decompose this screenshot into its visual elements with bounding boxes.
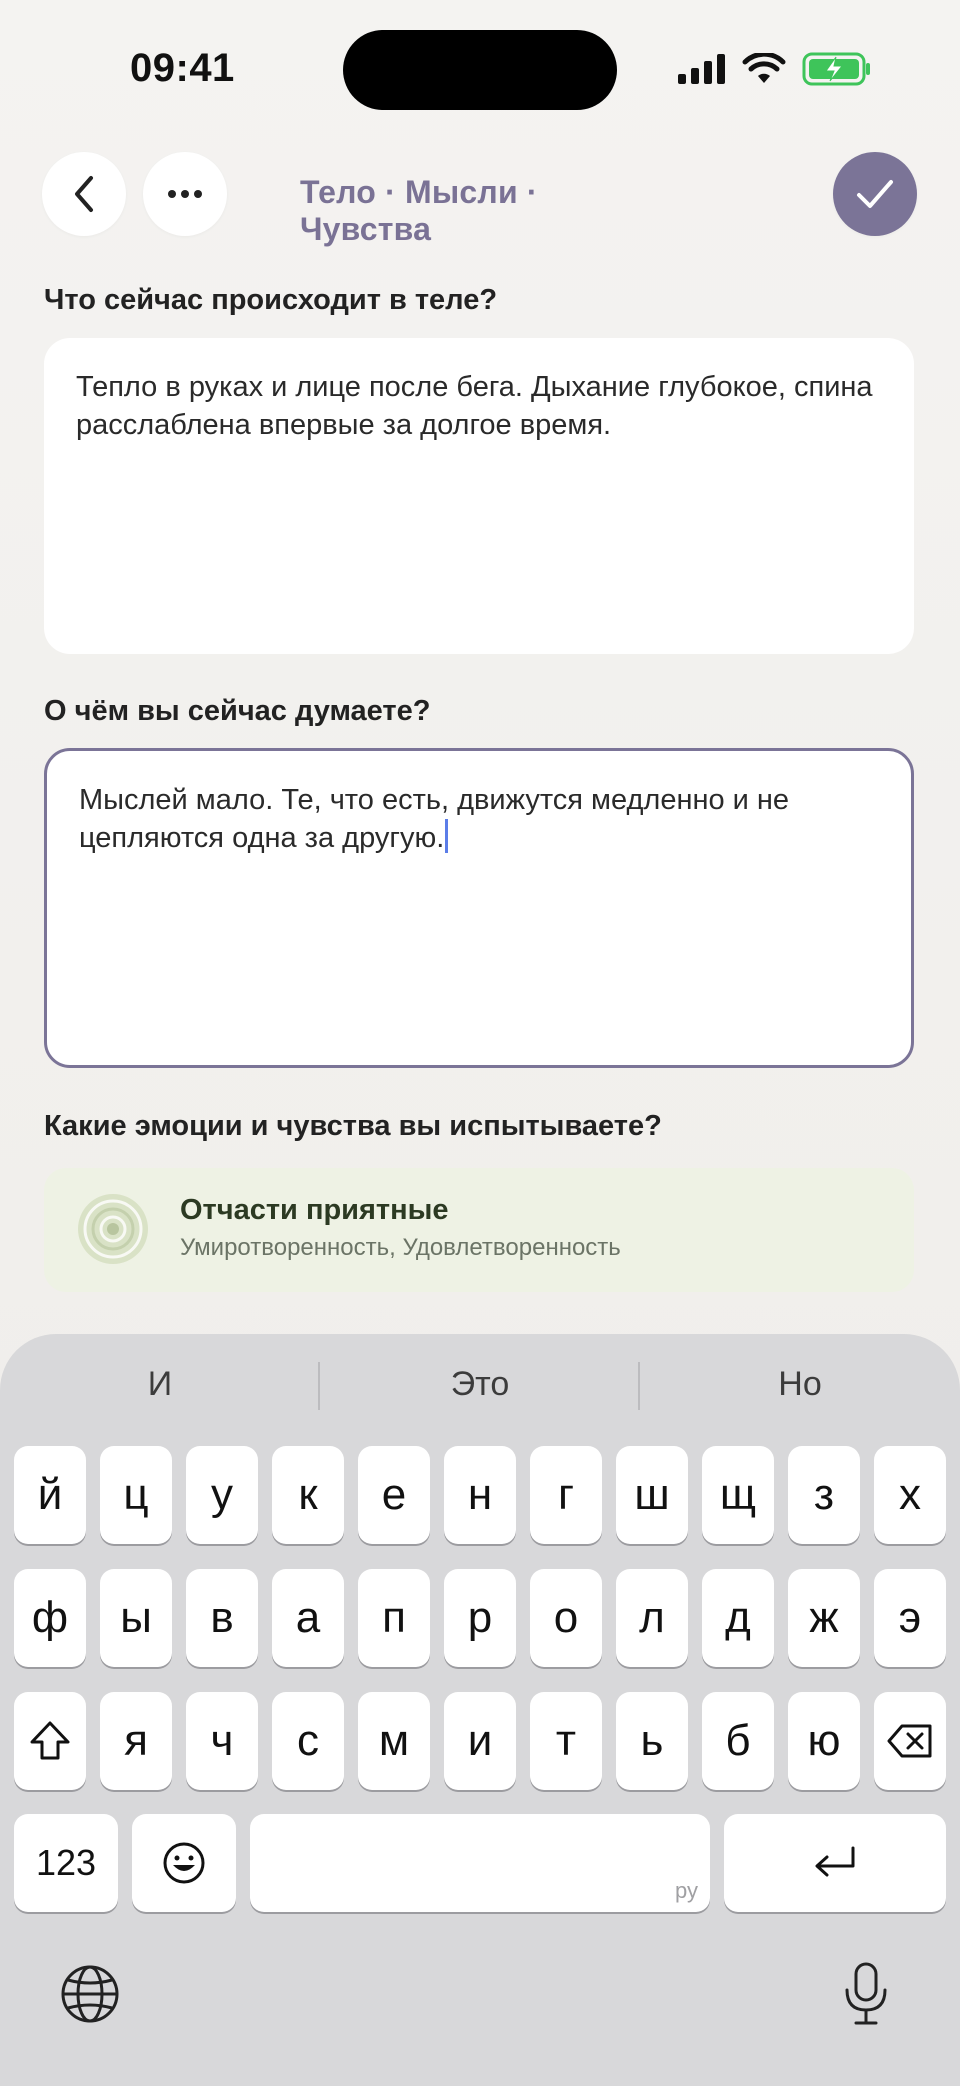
keyboard: И Это Но 123 ру й ц у к е н г ш щ з х ф … [0,1334,960,2086]
emotions-question-label: Какие эмоции и чувства вы испытываете? [44,1110,662,1142]
body-question-label: Что сейчас происходит в теле? [44,284,498,316]
key-а[interactable]: а [272,1569,344,1667]
key-м[interactable]: м [358,1692,430,1790]
key-р[interactable]: р [444,1569,516,1667]
suggestion-3[interactable]: Но [640,1354,960,1414]
key-с[interactable]: с [272,1692,344,1790]
key-л[interactable]: л [616,1569,688,1667]
backspace-key[interactable] [874,1692,946,1790]
dynamic-island [343,30,617,110]
thoughts-answer-text: Мыслей мало. Те, что есть, движутся медл… [79,784,790,854]
key-к[interactable]: к [272,1446,344,1544]
body-answer-field[interactable]: Тепло в руках и лице после бега. Дыхание… [44,338,914,654]
key-й[interactable]: й [14,1446,86,1544]
shift-key[interactable] [14,1692,86,1790]
key-ы[interactable]: ы [100,1569,172,1667]
key-я[interactable]: я [100,1692,172,1790]
key-д[interactable]: д [702,1569,774,1667]
emoji-key[interactable] [132,1814,236,1912]
key-у[interactable]: у [186,1446,258,1544]
chevron-left-icon [75,176,93,212]
back-button[interactable] [42,152,126,236]
key-ф[interactable]: ф [14,1569,86,1667]
key-ю[interactable]: ю [788,1692,860,1790]
emotion-ripple-icon [78,1194,148,1264]
key-ч[interactable]: ч [186,1692,258,1790]
return-key[interactable] [724,1814,946,1912]
checkmark-icon [857,180,893,208]
status-icons [678,52,872,86]
microphone-icon[interactable] [842,1962,890,2031]
globe-icon[interactable] [60,1964,120,2029]
suggestion-divider [318,1362,320,1410]
key-щ[interactable]: щ [702,1446,774,1544]
key-ж[interactable]: ж [788,1569,860,1667]
emotion-title: Отчасти приятные [180,1194,449,1226]
key-в[interactable]: в [186,1569,258,1667]
key-ш[interactable]: ш [616,1446,688,1544]
key-п[interactable]: п [358,1569,430,1667]
key-н[interactable]: н [444,1446,516,1544]
key-е[interactable]: е [358,1446,430,1544]
wifi-icon [742,53,786,83]
ellipsis-icon [168,190,202,198]
key-б[interactable]: б [702,1692,774,1790]
emoji-icon [163,1842,205,1884]
space-key[interactable]: ру [250,1814,710,1912]
suggestion-1[interactable]: И [0,1354,320,1414]
numbers-key[interactable]: 123 [14,1814,118,1912]
return-icon [815,1846,855,1877]
key-о[interactable]: о [530,1569,602,1667]
thoughts-question-label: О чём вы сейчас думаете? [44,695,431,727]
space-language-label: ру [675,1878,698,1903]
shift-icon [30,1721,70,1760]
key-г[interactable]: г [530,1446,602,1544]
suggestion-2[interactable]: Это [320,1354,640,1414]
key-ь[interactable]: ь [616,1692,688,1790]
battery-charging-icon [802,52,870,86]
emotion-card[interactable]: Отчасти приятные Умиротворенность, Удовл… [44,1168,914,1292]
key-ц[interactable]: ц [100,1446,172,1544]
done-button[interactable] [833,152,917,236]
key-з[interactable]: з [788,1446,860,1544]
backspace-icon [887,1724,932,1758]
thoughts-answer-field[interactable]: Мыслей мало. Те, что есть, движутся медл… [44,748,914,1068]
top-nav: Тело · Мысли · Чувства [0,152,960,247]
status-time: 09:41 [130,46,235,90]
suggestion-divider [638,1362,640,1410]
key-х[interactable]: х [874,1446,946,1544]
page-title: Тело · Мысли · Чувства [300,174,538,247]
text-cursor [445,819,449,853]
suggestion-bar: И Это Но [0,1354,960,1414]
more-button[interactable] [143,152,227,236]
key-т[interactable]: т [530,1692,602,1790]
key-э[interactable]: э [874,1569,946,1667]
key-и[interactable]: и [444,1692,516,1790]
status-bar: 09:41 [0,0,960,130]
emotion-subtitle: Умиротворенность, Удовлетворенность [180,1234,621,1261]
signal-icon [678,54,725,84]
body-answer-text: Тепло в руках и лице после бега. Дыхание… [76,371,873,441]
